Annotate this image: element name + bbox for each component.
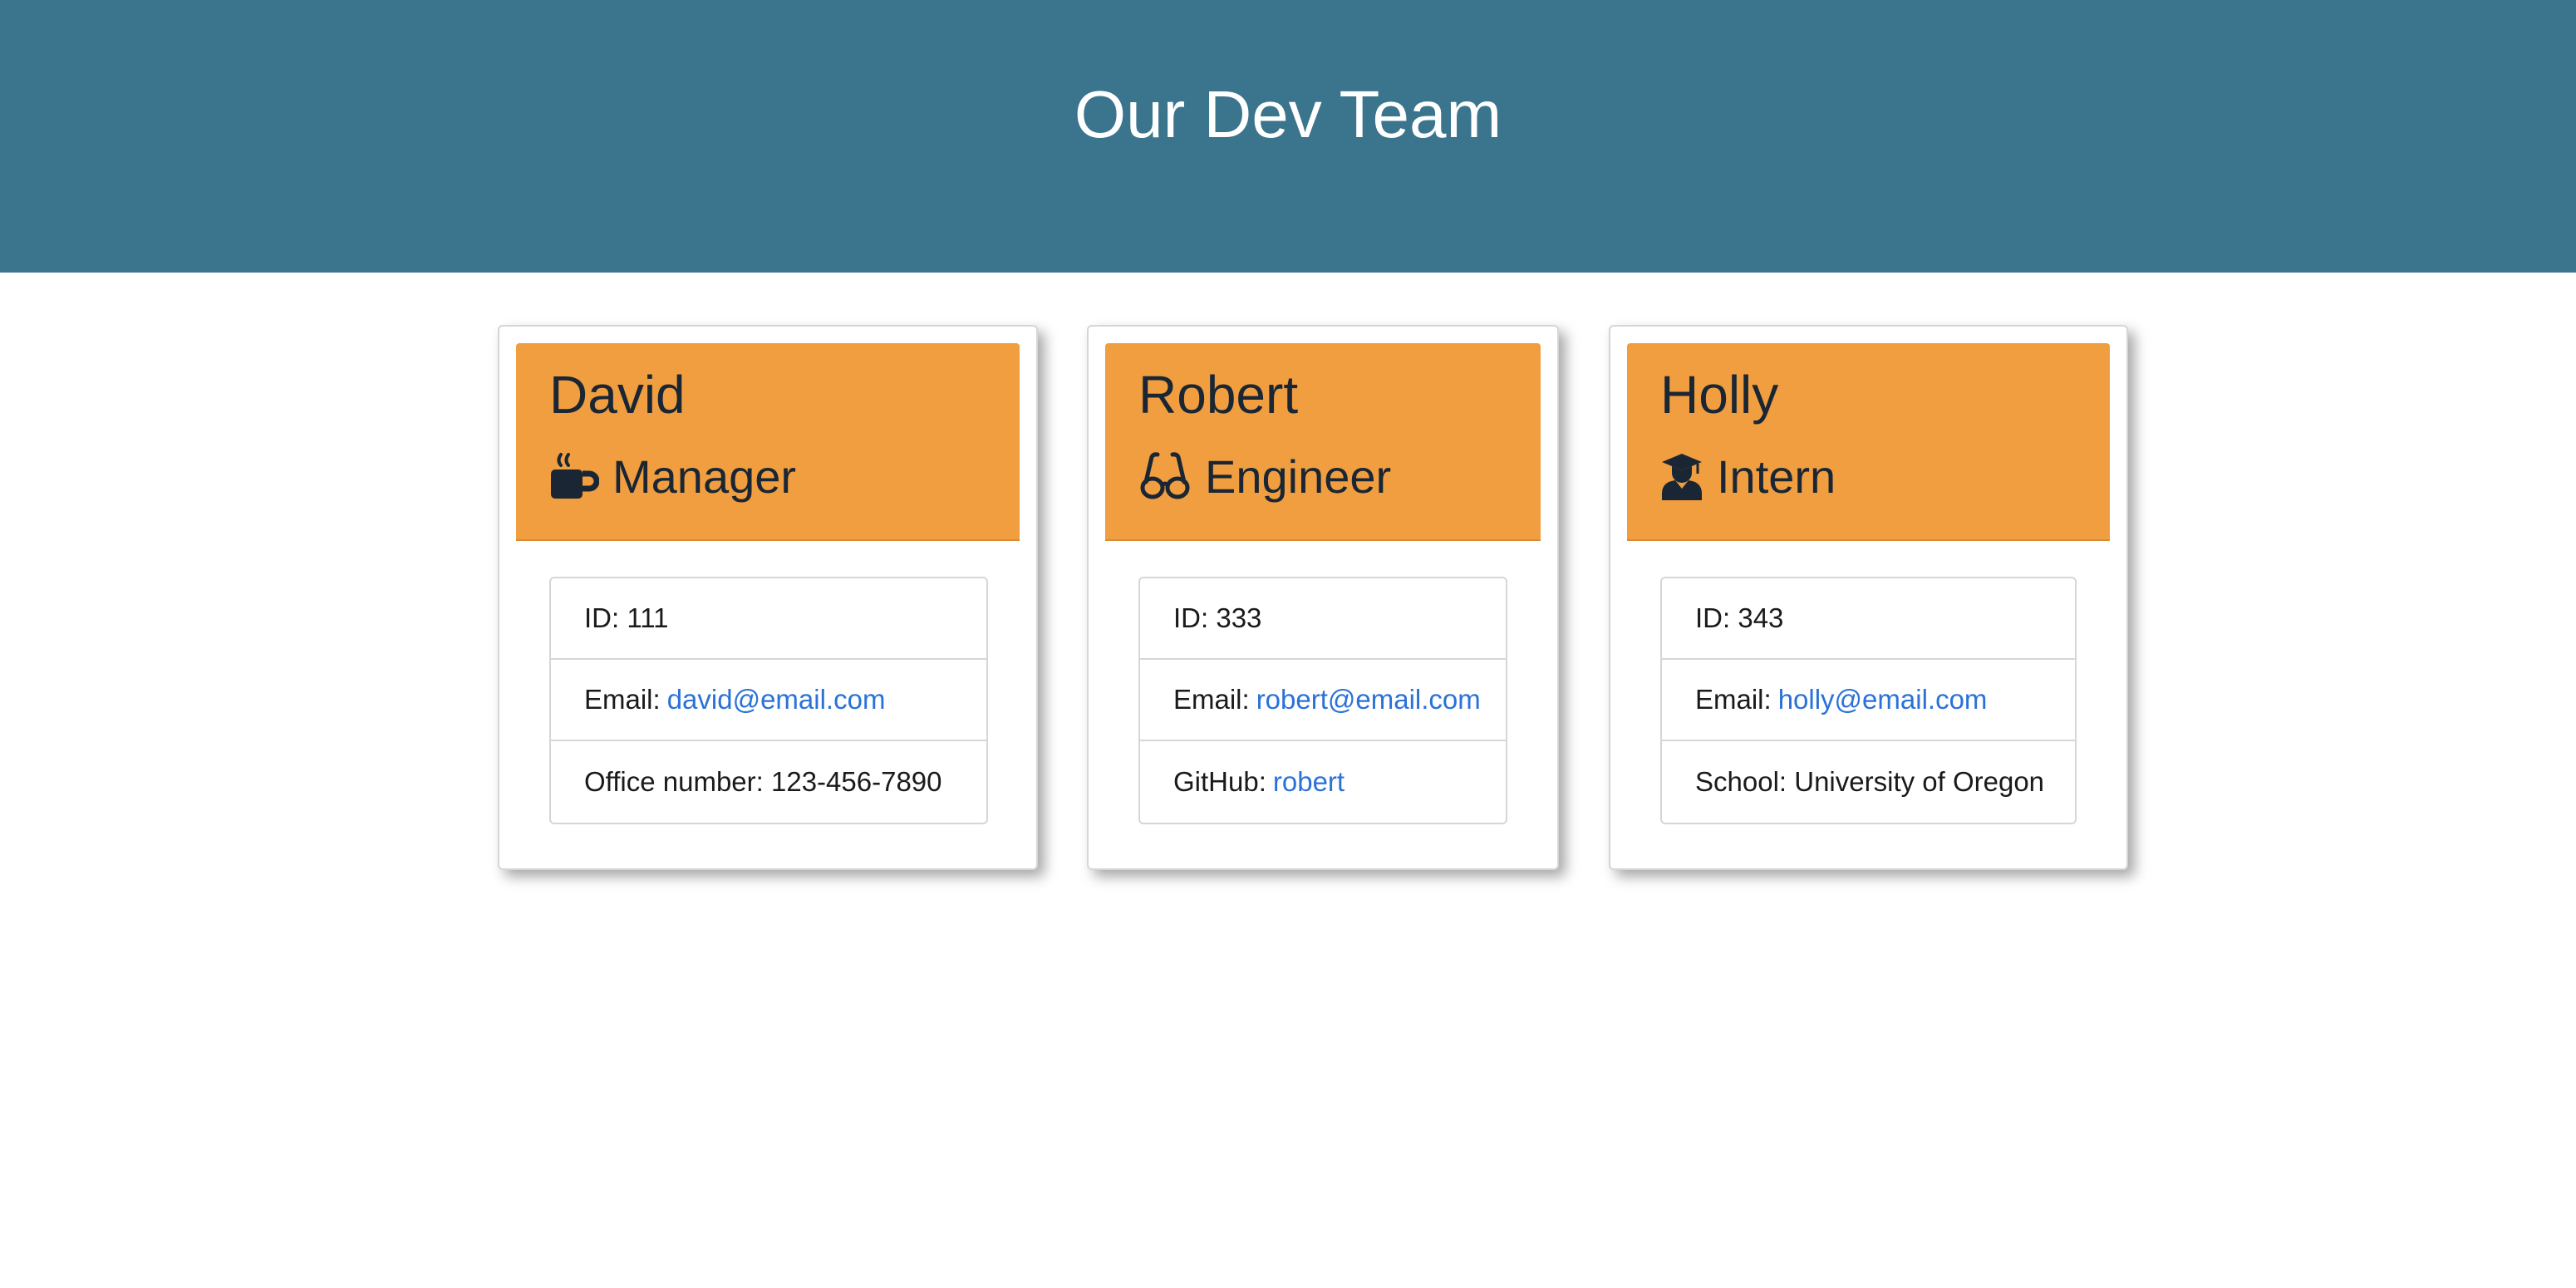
github-row: GitHub: robert [1140,741,1506,823]
github-label: GitHub: [1173,766,1266,797]
email-row: Email: robert@email.com [1140,660,1506,741]
glasses-icon [1138,452,1192,500]
email-label: Email: [1695,684,1772,715]
employee-info-list: ID: 343 Email: holly@email.com School: Un… [1660,577,2077,824]
coffee-mug-icon [549,452,599,500]
email-row: Email: holly@email.com [1662,660,2075,741]
id-row: ID: 111 [551,578,986,660]
employee-card-manager: David Manager ID: 111 Email: david@email.… [498,325,1038,870]
employee-card-intern: Holly Intern ID: 343 Email: holly@email.c… [1609,325,2128,870]
id-label: ID: [584,602,620,633]
id-label: ID: [1695,602,1731,633]
employee-name: David [549,365,686,425]
id-value: 111 [627,602,669,633]
employee-role: Engineer [1138,443,1391,509]
school-row: School: University of Oregon [1662,741,2075,823]
id-row: ID: 333 [1140,578,1506,660]
email-label: Email: [1173,684,1250,715]
email-link[interactable]: robert@email.com [1256,684,1481,715]
card-header: Holly Intern [1627,343,2110,541]
office-number-value: 123-456-7890 [771,766,942,797]
card-header: Robert Engineer [1105,343,1541,541]
employee-role: Manager [549,443,796,509]
school-label: School: [1695,766,1787,797]
office-number-label: Office number: [584,766,764,797]
id-row: ID: 343 [1662,578,2075,660]
role-label: Engineer [1205,450,1392,503]
email-link[interactable]: david@email.com [667,684,886,715]
office-number-row: Office number: 123-456-7890 [551,741,986,823]
employee-info-list: ID: 333 Email: robert@email.com GitHub: ro… [1138,577,1507,824]
employee-info-list: ID: 111 Email: david@email.com Office num… [549,577,988,824]
email-label: Email: [584,684,661,715]
id-value: 343 [1738,602,1784,633]
school-value: University of Oregon [1794,766,2045,797]
employee-card-engineer: Robert Engineer ID: 333 Email: robert@ema… [1087,325,1559,870]
page-header: Our Dev Team [0,0,2576,273]
email-row: Email: david@email.com [551,660,986,741]
card-header: David Manager [516,343,1020,541]
id-value: 333 [1216,602,1262,633]
page-title: Our Dev Team [1074,77,1502,151]
role-label: Intern [1717,450,1836,503]
id-label: ID: [1173,602,1209,633]
employee-name: Robert [1138,365,1299,425]
employee-role: Intern [1660,443,1836,509]
email-link[interactable]: holly@email.com [1778,684,1988,715]
github-link[interactable]: robert [1273,766,1345,798]
employee-name: Holly [1660,365,1779,425]
graduate-icon [1660,452,1703,500]
role-label: Manager [612,450,797,503]
